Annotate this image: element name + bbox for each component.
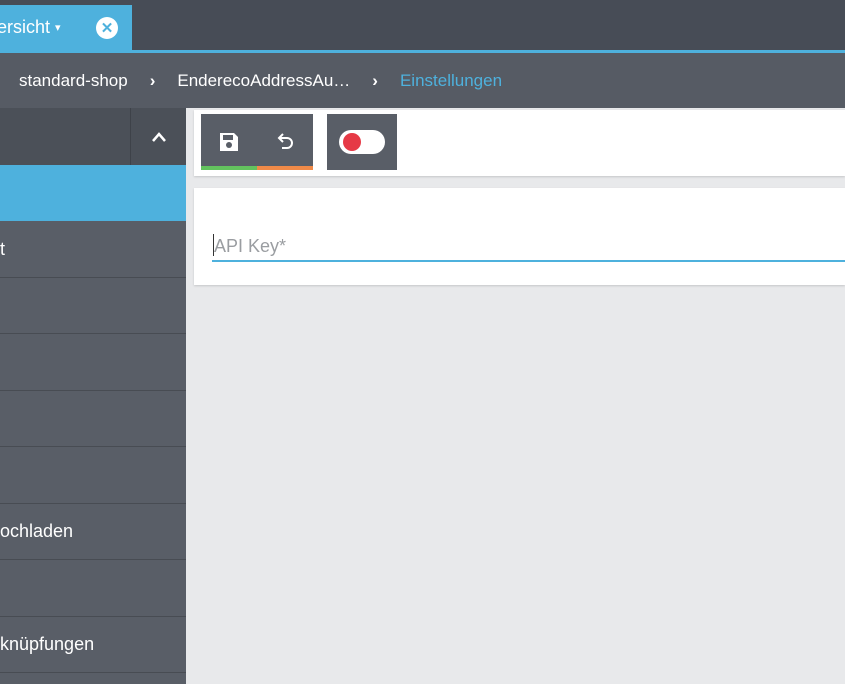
toggle-pill[interactable]	[339, 130, 385, 154]
sidebar-item[interactable]	[0, 561, 186, 617]
undo-icon	[277, 133, 293, 149]
save-button-indicator	[201, 166, 257, 170]
action-toolbar	[194, 110, 845, 176]
chevron-right-icon: ›	[149, 70, 156, 90]
sidebar-item-label: knüpfungen	[0, 634, 95, 654]
sidebar-item[interactable]	[0, 448, 186, 504]
settings-card	[194, 188, 845, 285]
sidebar: t ochladen knüpfungen	[0, 108, 186, 684]
top-tab-bar: ersicht ▾ ✕	[0, 0, 845, 53]
sidebar-header	[0, 108, 186, 165]
sidebar-item-upload[interactable]: ochladen	[0, 504, 186, 560]
breadcrumb-item-current: Einstellungen	[399, 70, 503, 90]
tab-label[interactable]: ersicht	[0, 17, 50, 38]
breadcrumb: standard-shop › EnderecoAddressAu… › Ein…	[0, 53, 845, 108]
undo-button[interactable]	[257, 114, 313, 170]
chevron-up-icon[interactable]	[130, 108, 186, 165]
sidebar-item-links[interactable]: knüpfungen	[0, 617, 186, 673]
tab-overview[interactable]: ersicht ▾ ✕	[0, 5, 132, 50]
chevron-up-icon-svg	[151, 131, 166, 142]
sidebar-item-label: t	[0, 239, 6, 259]
sidebar-item[interactable]	[0, 391, 186, 447]
floppy-disk-icon	[220, 133, 238, 151]
close-icon[interactable]: ✕	[96, 17, 118, 39]
breadcrumb-item-plugin[interactable]: EnderecoAddressAu…	[177, 71, 350, 91]
api-key-input[interactable]	[212, 232, 845, 260]
breadcrumb-item-shop[interactable]: standard-shop	[19, 71, 128, 91]
sidebar-item[interactable]	[0, 335, 186, 391]
sidebar-item-active[interactable]	[0, 165, 186, 221]
chevron-down-icon[interactable]: ▾	[55, 21, 61, 34]
text-cursor	[213, 234, 214, 256]
active-toggle[interactable]	[327, 114, 397, 170]
chevron-right-icon: ›	[372, 70, 378, 90]
api-key-field[interactable]	[212, 232, 845, 262]
undo-button-indicator	[257, 166, 313, 170]
toggle-knob	[343, 133, 361, 151]
sidebar-item-label: ochladen	[0, 521, 74, 541]
sidebar-item[interactable]	[0, 278, 186, 334]
sidebar-item[interactable]: t	[0, 222, 186, 278]
save-button[interactable]	[201, 114, 257, 170]
